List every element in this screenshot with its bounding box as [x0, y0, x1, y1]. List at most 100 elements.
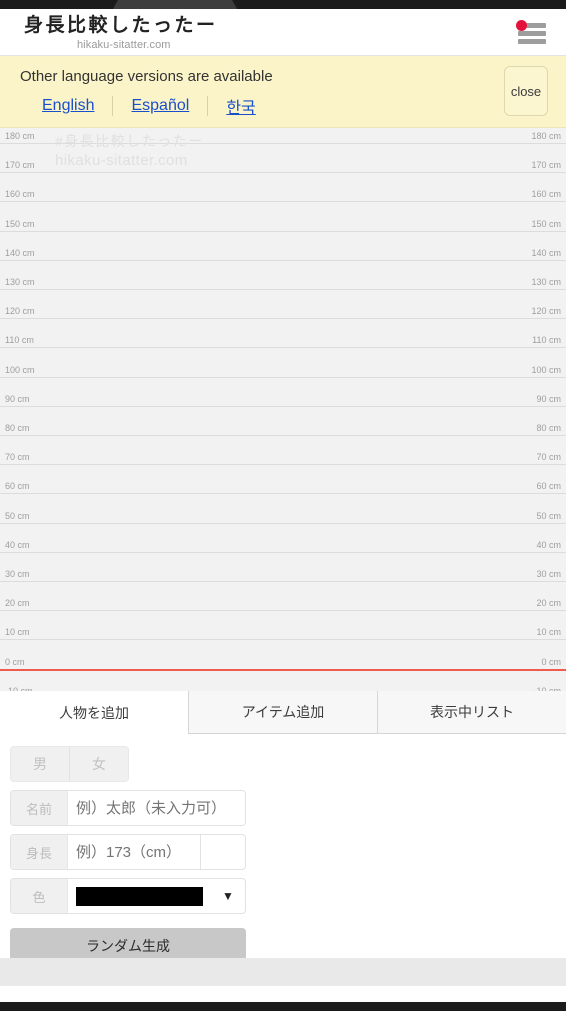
ruler-gridline	[0, 551, 566, 553]
language-notice-banner: Other language versions are available En…	[0, 56, 566, 128]
language-links: English Español 한국	[42, 94, 274, 118]
footer-strip	[0, 958, 566, 986]
ruler-gridline	[0, 639, 566, 641]
color-field-row: 色 ▼	[10, 878, 246, 914]
ruler-tick-label-left: 180 cm	[5, 131, 35, 141]
ruler-gridline	[0, 464, 566, 466]
name-field-row: 名前	[10, 790, 246, 826]
ruler-tick-label-right: 110 cm	[532, 335, 561, 346]
ruler-tick-label-right: 180 cm	[531, 131, 561, 141]
ruler-tick-label-left: 100 cm	[5, 364, 35, 375]
page-viewport: 身長比較したったー hikaku-sitatter.com Other lang…	[0, 9, 566, 1002]
ruler-tick-label-left: 160 cm	[5, 189, 35, 200]
ruler-tick-label-left: 40 cm	[5, 539, 30, 550]
ruler-tick-label-right: 130 cm	[531, 277, 561, 287]
gender-female-button[interactable]: 女	[69, 747, 128, 781]
ruler-gridline	[0, 230, 566, 232]
tab-label: 人物を追加	[59, 704, 129, 721]
browser-bottom-bar	[0, 1002, 566, 1011]
ruler-tick-label-right: 50 cm	[536, 510, 561, 521]
browser-tab[interactable]	[113, 0, 237, 9]
close-banner-button[interactable]: close	[504, 66, 548, 116]
ruler-gridline	[0, 318, 566, 320]
ruler-gridline	[0, 435, 566, 436]
page-title: 身長比較したったー	[24, 15, 218, 36]
ruler-tick-label-left: 20 cm	[5, 598, 30, 609]
ruler-tick-label-right: 40 cm	[536, 539, 561, 550]
ruler-tick-label-right: 120 cm	[531, 306, 561, 317]
color-select[interactable]	[68, 879, 211, 913]
app-root: 身長比較したったー hikaku-sitatter.com Other lang…	[0, 0, 566, 1011]
ruler-zero-line	[0, 668, 566, 671]
ruler-tick-label-left: 140 cm	[5, 247, 35, 258]
chevron-down-icon[interactable]: ▼	[211, 879, 245, 913]
language-link-espanol[interactable]: Español	[113, 97, 207, 115]
ruler-tick-label-right: 70 cm	[536, 452, 561, 463]
ruler-tick-label-left: 110 cm	[5, 335, 34, 346]
ruler-tick-label-right: 10 cm	[536, 627, 561, 638]
height-input[interactable]	[68, 835, 200, 869]
height-unit-cell[interactable]	[200, 835, 245, 869]
ruler-tick-label-right: 30 cm	[536, 569, 561, 579]
watermark-domain: hikaku-sitatter.com	[55, 152, 188, 169]
language-link-english[interactable]: English	[42, 97, 112, 115]
ruler-tick-label-left: 120 cm	[5, 306, 35, 317]
ruler-gridline	[0, 143, 566, 144]
language-notice-message: Other language versions are available	[20, 68, 273, 85]
ruler-tick-label-left: 60 cm	[5, 481, 30, 492]
ruler-tick-label-left: 10 cm	[5, 627, 30, 638]
ruler-tick-label-right: 60 cm	[536, 481, 561, 492]
watermark: #身長比較したったー hikaku-sitatter.com	[55, 131, 204, 171]
ruler-gridline	[0, 522, 566, 524]
gender-selector: 男 女	[10, 746, 129, 782]
height-field-label: 身長	[11, 835, 68, 869]
ruler-tick-label-left: 80 cm	[5, 423, 30, 433]
ruler-gridline	[0, 201, 566, 203]
height-field-row: 身長	[10, 834, 246, 870]
watermark-hashtag: #身長比較したったー	[55, 133, 204, 149]
brand: 身長比較したったー hikaku-sitatter.com	[24, 14, 218, 52]
name-field-label: 名前	[11, 791, 68, 825]
ruler-tick-label-left: 70 cm	[5, 452, 30, 463]
ruler-tick-label-left: 130 cm	[5, 277, 35, 287]
browser-chrome-strip	[0, 0, 566, 9]
ruler-tick-label-left: 30 cm	[5, 569, 30, 579]
ruler-tick-label-right: 150 cm	[531, 218, 561, 229]
ruler-gridline	[0, 289, 566, 290]
notification-badge-icon	[516, 20, 527, 31]
add-person-panel: 男 女 名前 身長 色 ▼ ランダム生成	[0, 734, 566, 986]
gender-male-button[interactable]: 男	[11, 747, 69, 781]
ruler-tick-label-left: 150 cm	[5, 218, 35, 229]
tab-label: 表示中リスト	[430, 704, 514, 720]
ruler-tick-label-right: 100 cm	[531, 364, 561, 375]
ruler-tick-label-left: 90 cm	[5, 393, 30, 404]
ruler-tick-label-right: 20 cm	[536, 598, 561, 609]
language-link-korean[interactable]: 한국	[208, 94, 273, 118]
ruler-tick-label-right: 160 cm	[531, 189, 561, 200]
ruler-tick-label-right: 90 cm	[536, 393, 561, 404]
height-ruler-stage: #身長比較したったー hikaku-sitatter.com 180 cm 180…	[0, 128, 566, 691]
ruler-tick-label-right: 0 cm	[541, 656, 561, 667]
ruler-tick-label-right: 80 cm	[536, 423, 561, 433]
ruler-gridline	[0, 376, 566, 378]
color-field-label: 色	[11, 879, 68, 913]
ruler-gridline	[0, 493, 566, 495]
ruler-gridline	[0, 259, 566, 261]
color-swatch	[76, 886, 203, 906]
hamburger-menu-icon[interactable]	[516, 20, 548, 46]
ruler-tick-label-right: 170 cm	[531, 160, 561, 171]
ruler-gridline	[0, 172, 566, 174]
ruler-gridline	[0, 581, 566, 582]
site-header: 身長比較したったー hikaku-sitatter.com	[0, 9, 566, 56]
tab-0[interactable]: 人物を追加	[0, 691, 189, 735]
tab-1[interactable]: アイテム追加	[189, 691, 378, 733]
panel-tabs: 人物を追加 アイテム追加 表示中リスト	[0, 691, 566, 735]
site-domain: hikaku-sitatter.com	[76, 39, 171, 51]
tab-label: アイテム追加	[241, 704, 325, 720]
ruler-tick-label-right: 140 cm	[531, 247, 561, 258]
ruler-gridline	[0, 347, 566, 349]
tab-2[interactable]: 表示中リスト	[378, 691, 566, 733]
name-input[interactable]	[68, 791, 245, 825]
ruler-tick-label-left: 0 cm	[5, 656, 25, 667]
hamburger-bar	[518, 31, 546, 36]
